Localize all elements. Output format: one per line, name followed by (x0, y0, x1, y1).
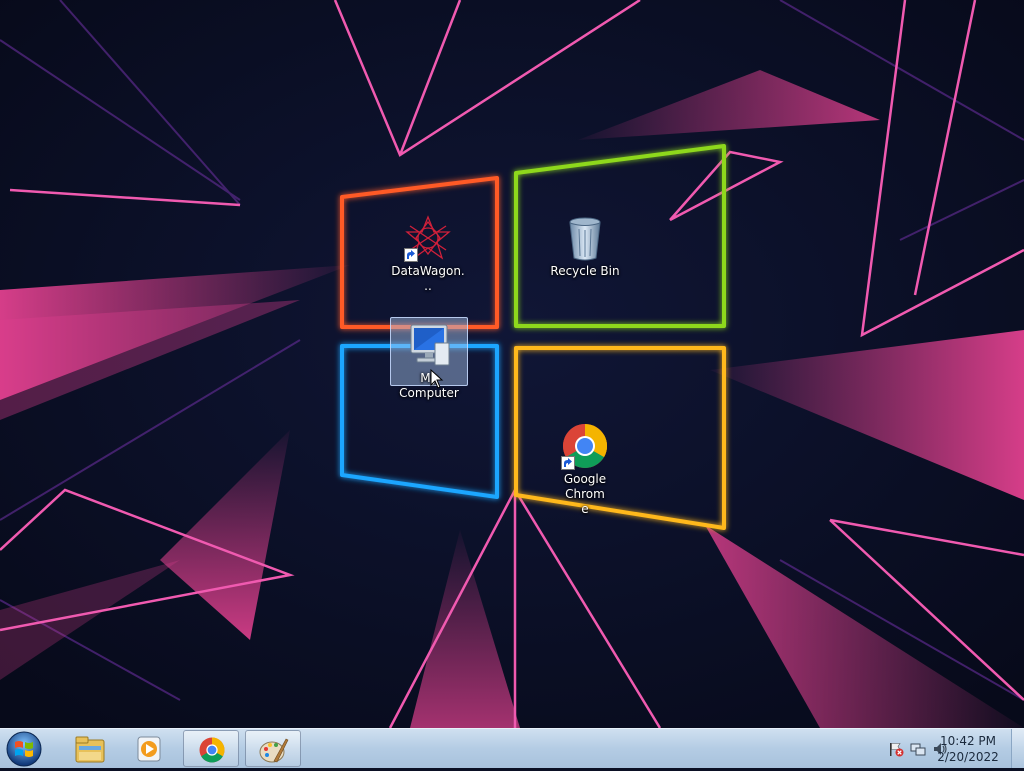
desktop-icon-label: Recycle Bin (550, 264, 620, 278)
desktop-icon-google-chrome[interactable]: Google Chrome (545, 422, 625, 517)
clock-time: 10:42 PM (940, 734, 996, 748)
clock[interactable]: 10:42 PM 2/20/2022 (936, 733, 1000, 765)
recycle-bin-icon (561, 214, 609, 262)
desktop-wallpaper (0, 0, 1024, 728)
mouse-cursor-icon (430, 369, 444, 389)
taskbar-explorer-button[interactable] (62, 730, 118, 767)
taskbar-media-player-button[interactable] (122, 730, 178, 767)
start-button[interactable] (4, 731, 48, 767)
folder-icon (75, 736, 105, 763)
computer-icon (405, 321, 453, 369)
desktop-icon-datawagon[interactable]: DataWagon... (388, 214, 468, 294)
shortcut-arrow-icon (561, 456, 575, 470)
show-desktop-button[interactable] (1011, 729, 1024, 768)
desktop-icon-recycle-bin[interactable]: Recycle Bin (545, 214, 625, 279)
network-icon[interactable] (910, 741, 926, 757)
taskbar: 10:42 PM 2/20/2022 (0, 728, 1024, 768)
taskbar-paint-button[interactable] (245, 730, 301, 767)
windows-start-orb-icon (6, 731, 42, 767)
datawagon-icon (404, 214, 452, 262)
desktop-icon-label: DataWagon... (391, 264, 465, 293)
desktop-icon-label: My Computer (399, 371, 459, 400)
action-center-flag-icon[interactable] (888, 741, 904, 757)
desktop-icon-label: Google Chrome (563, 472, 607, 516)
shortcut-arrow-icon (404, 248, 418, 262)
paint-icon (259, 738, 289, 763)
taskbar-chrome-button[interactable] (183, 730, 239, 767)
clock-date: 2/20/2022 (937, 750, 999, 764)
media-player-icon (137, 736, 161, 762)
system-tray: 10:42 PM 2/20/2022 (854, 729, 1024, 769)
chrome-icon (199, 737, 225, 763)
desktop-icon-my-computer[interactable]: My Computer (390, 317, 468, 400)
chrome-icon (561, 422, 609, 470)
